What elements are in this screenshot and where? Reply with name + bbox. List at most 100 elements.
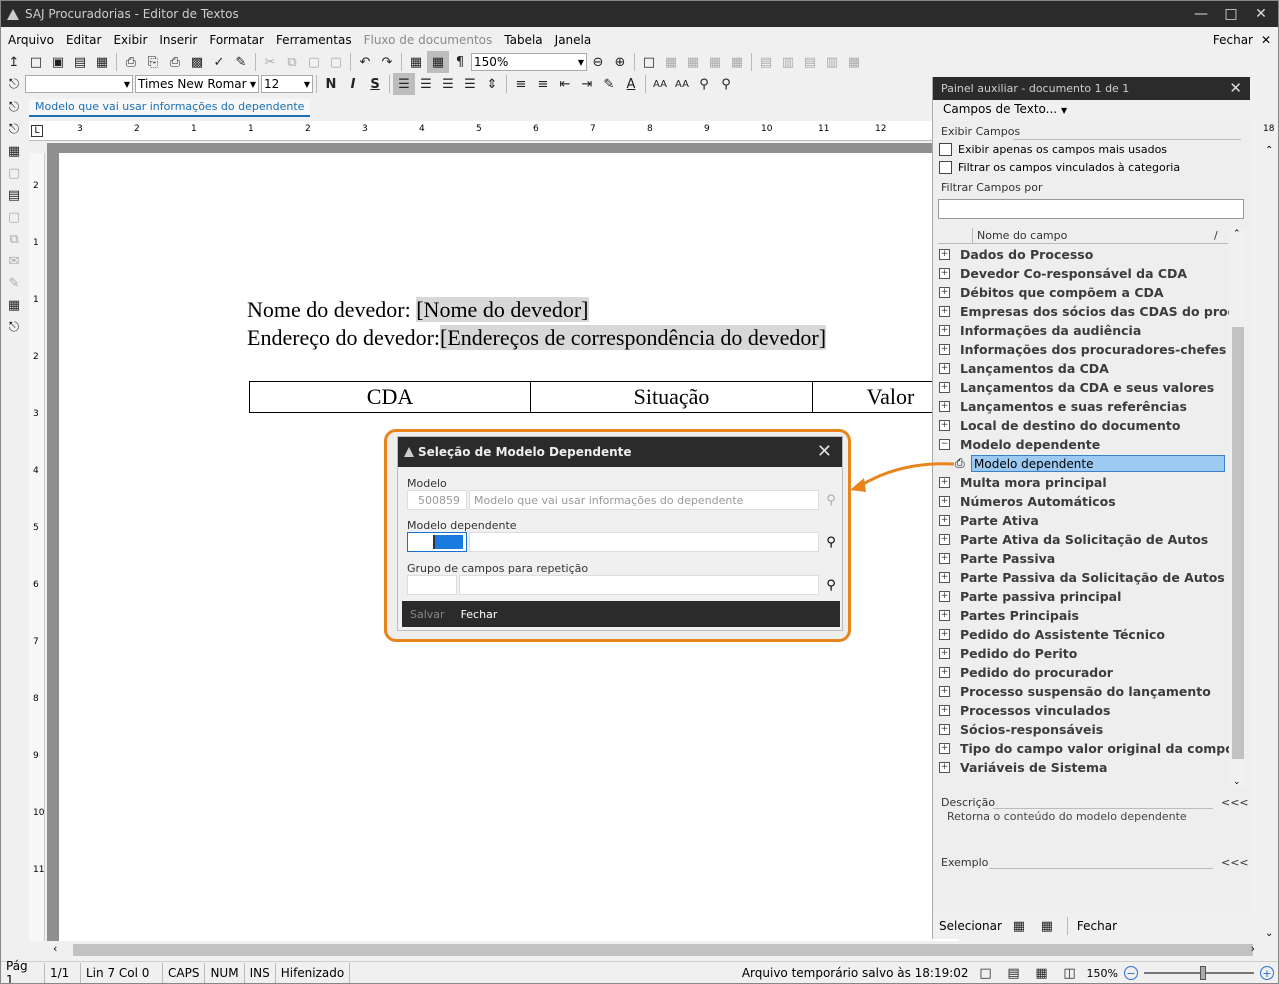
open-icon[interactable]: ▤ — [69, 51, 91, 73]
indent-icon[interactable]: ⇥ — [576, 73, 598, 95]
table-header-cda[interactable]: CDA — [250, 382, 531, 412]
view-web-icon[interactable]: ▦ — [1031, 962, 1053, 983]
font-size-select[interactable]: 12 ▼ — [261, 75, 313, 93]
maximize-icon[interactable]: □ — [1216, 1, 1246, 27]
font-select[interactable]: Times New Romar ▼ — [135, 75, 259, 93]
tree-child-selected[interactable]: ⎙ Modelo dependente — [955, 454, 1225, 473]
delete-col-icon[interactable]: ▥ — [821, 51, 843, 73]
expand-icon[interactable]: + — [939, 648, 950, 659]
grow-font-icon[interactable]: AA — [649, 73, 671, 95]
zoom-out-icon[interactable]: ⊖ — [587, 51, 609, 73]
view-page-icon[interactable]: □ — [975, 962, 997, 983]
tree-node[interactable]: + Parte Ativa da Solicitação de Autos — [939, 530, 1229, 549]
italic-button[interactable]: I — [342, 73, 364, 95]
find-icon[interactable]: ▩ — [186, 51, 208, 73]
field-edit-icon[interactable]: ⎋ — [3, 118, 25, 140]
zoom-slider-thumb[interactable] — [1200, 966, 1206, 980]
tree-node[interactable]: + Sócios-responsáveis — [939, 720, 1229, 739]
tree-node[interactable]: + Informações dos procuradores-chefes da — [939, 340, 1229, 359]
checkbox-vinculados[interactable]: Filtrar os campos vinculados à categoria — [939, 161, 1180, 174]
grupo-code-input[interactable] — [407, 575, 457, 595]
scroll-down-icon[interactable]: ⌄ — [1265, 928, 1273, 939]
horizontal-scrollbar[interactable]: ‹ › — [47, 941, 1261, 959]
panel-icon[interactable]: ▦ — [3, 294, 25, 316]
salvar-button[interactable]: Salvar — [410, 608, 445, 621]
view-draft-icon[interactable]: ▤ — [1003, 962, 1025, 983]
style-select[interactable]: ▼ — [25, 75, 133, 93]
tree-node[interactable]: + Parte passiva principal — [939, 587, 1229, 606]
expand-icon[interactable]: + — [939, 344, 950, 355]
tree-node[interactable]: + Partes Principais — [939, 606, 1229, 625]
menu-arquivo[interactable]: Arquivo — [3, 33, 59, 47]
highlight-icon[interactable]: ✎ — [598, 73, 620, 95]
outdent-icon[interactable]: ⇤ — [554, 73, 576, 95]
tab-document[interactable]: Modelo que vai usar informações do depen… — [29, 99, 311, 117]
zoom-slider[interactable] — [1144, 966, 1254, 980]
scroll-thumb[interactable] — [1232, 327, 1244, 759]
expand-icon[interactable]: + — [939, 572, 950, 583]
align-center-icon[interactable]: ☰ — [415, 73, 437, 95]
font-color-icon[interactable]: A — [620, 73, 642, 95]
expand-icon[interactable]: + — [939, 420, 950, 431]
tree-node[interactable]: + Processo suspensão do lançamento — [939, 682, 1229, 701]
tree-node[interactable]: + Lançamentos e suas referências — [939, 397, 1229, 416]
expand-icon[interactable]: + — [939, 401, 950, 412]
scroll-down-icon[interactable]: ⌄ — [1233, 777, 1241, 787]
expand-icon[interactable]: + — [939, 496, 950, 507]
expand-icon[interactable]: + — [939, 249, 950, 260]
zoom-in-icon[interactable]: ⊕ — [609, 51, 631, 73]
scroll-right-icon[interactable]: › — [1251, 942, 1255, 955]
selecionar-button[interactable]: Selecionar — [939, 919, 1002, 933]
exemplo-collapse[interactable]: <<< — [1221, 856, 1249, 869]
expand-icon[interactable]: + — [939, 591, 950, 602]
minimize-icon[interactable]: — — [1186, 1, 1216, 27]
view-book-icon[interactable]: ◫ — [1059, 962, 1081, 983]
checkbox-mais-usados[interactable]: Exibir apenas os campos mais usados — [939, 143, 1167, 156]
new-document-icon[interactable]: □ — [25, 51, 47, 73]
templates-icon[interactable]: ▦ — [3, 140, 25, 162]
tree-node[interactable]: + Empresas dos sócios das CDAS do process… — [939, 302, 1229, 321]
expand-icon[interactable]: + — [939, 667, 950, 678]
comment-icon[interactable]: ✉ — [3, 250, 25, 272]
find-replace-icon[interactable]: ⚲ — [693, 73, 715, 95]
show-grid-icon[interactable]: ▦ — [427, 51, 449, 73]
column-nome-do-campo[interactable]: Nome do campo — [973, 229, 1214, 242]
scroll-left-icon[interactable]: ‹ — [53, 942, 57, 955]
expand-icon[interactable]: + — [939, 515, 950, 526]
field-insert-icon[interactable]: ⎋ — [3, 96, 25, 118]
tree-node[interactable]: + Informações da audiência — [939, 321, 1229, 340]
panel-fechar-button[interactable]: Fechar — [1077, 919, 1117, 933]
search-icon[interactable]: ⚲ — [823, 534, 839, 550]
align-left-icon[interactable]: ☰ — [393, 73, 415, 95]
tree-node[interactable]: + Dados do Processo — [939, 245, 1229, 264]
campos-dropdown[interactable]: Campos de Texto... ▼ — [943, 102, 1067, 116]
expand-icon[interactable]: + — [939, 629, 950, 640]
print-preview-icon[interactable]: ⎘ — [142, 51, 164, 73]
zoom-plus-icon[interactable]: + — [1260, 966, 1274, 980]
filter-input[interactable] — [938, 199, 1244, 219]
menu-ferramentas[interactable]: Ferramentas — [271, 33, 357, 47]
tree-node[interactable]: − Modelo dependente — [939, 435, 1229, 454]
print-icon[interactable]: ⎙ — [120, 51, 142, 73]
tree-node[interactable]: + Pedido do Perito — [939, 644, 1229, 663]
table-split-icon[interactable]: ▦ — [726, 51, 748, 73]
edit-icon[interactable]: ✎ — [3, 272, 25, 294]
style-icon[interactable]: ⎋ — [3, 73, 25, 95]
doc-field-nome[interactable]: [Nome do devedor] — [416, 297, 589, 322]
tree-node[interactable]: + Números Automáticos — [939, 492, 1229, 511]
justify-icon[interactable]: ☰ — [459, 73, 481, 95]
redo-icon[interactable]: ↷ — [376, 51, 398, 73]
tree-node[interactable]: + Parte Passiva — [939, 549, 1229, 568]
menu-fechar[interactable]: Fechar — [1208, 33, 1258, 47]
paste-icon[interactable]: ▢ — [303, 51, 325, 73]
expand-icon[interactable]: + — [939, 686, 950, 697]
save-icon[interactable]: ▦ — [91, 51, 113, 73]
insert-row-icon[interactable]: ▤ — [755, 51, 777, 73]
expand-icon[interactable]: + — [939, 762, 950, 773]
table-merge-icon[interactable]: ▦ — [704, 51, 726, 73]
table-cells-icon[interactable]: ▦ — [682, 51, 704, 73]
menu-tabela[interactable]: Tabela — [499, 33, 547, 47]
tree-node[interactable]: + Débitos que compõem a CDA — [939, 283, 1229, 302]
list-icon[interactable]: ▤ — [3, 184, 25, 206]
export-icon[interactable]: ↥ — [3, 51, 25, 73]
